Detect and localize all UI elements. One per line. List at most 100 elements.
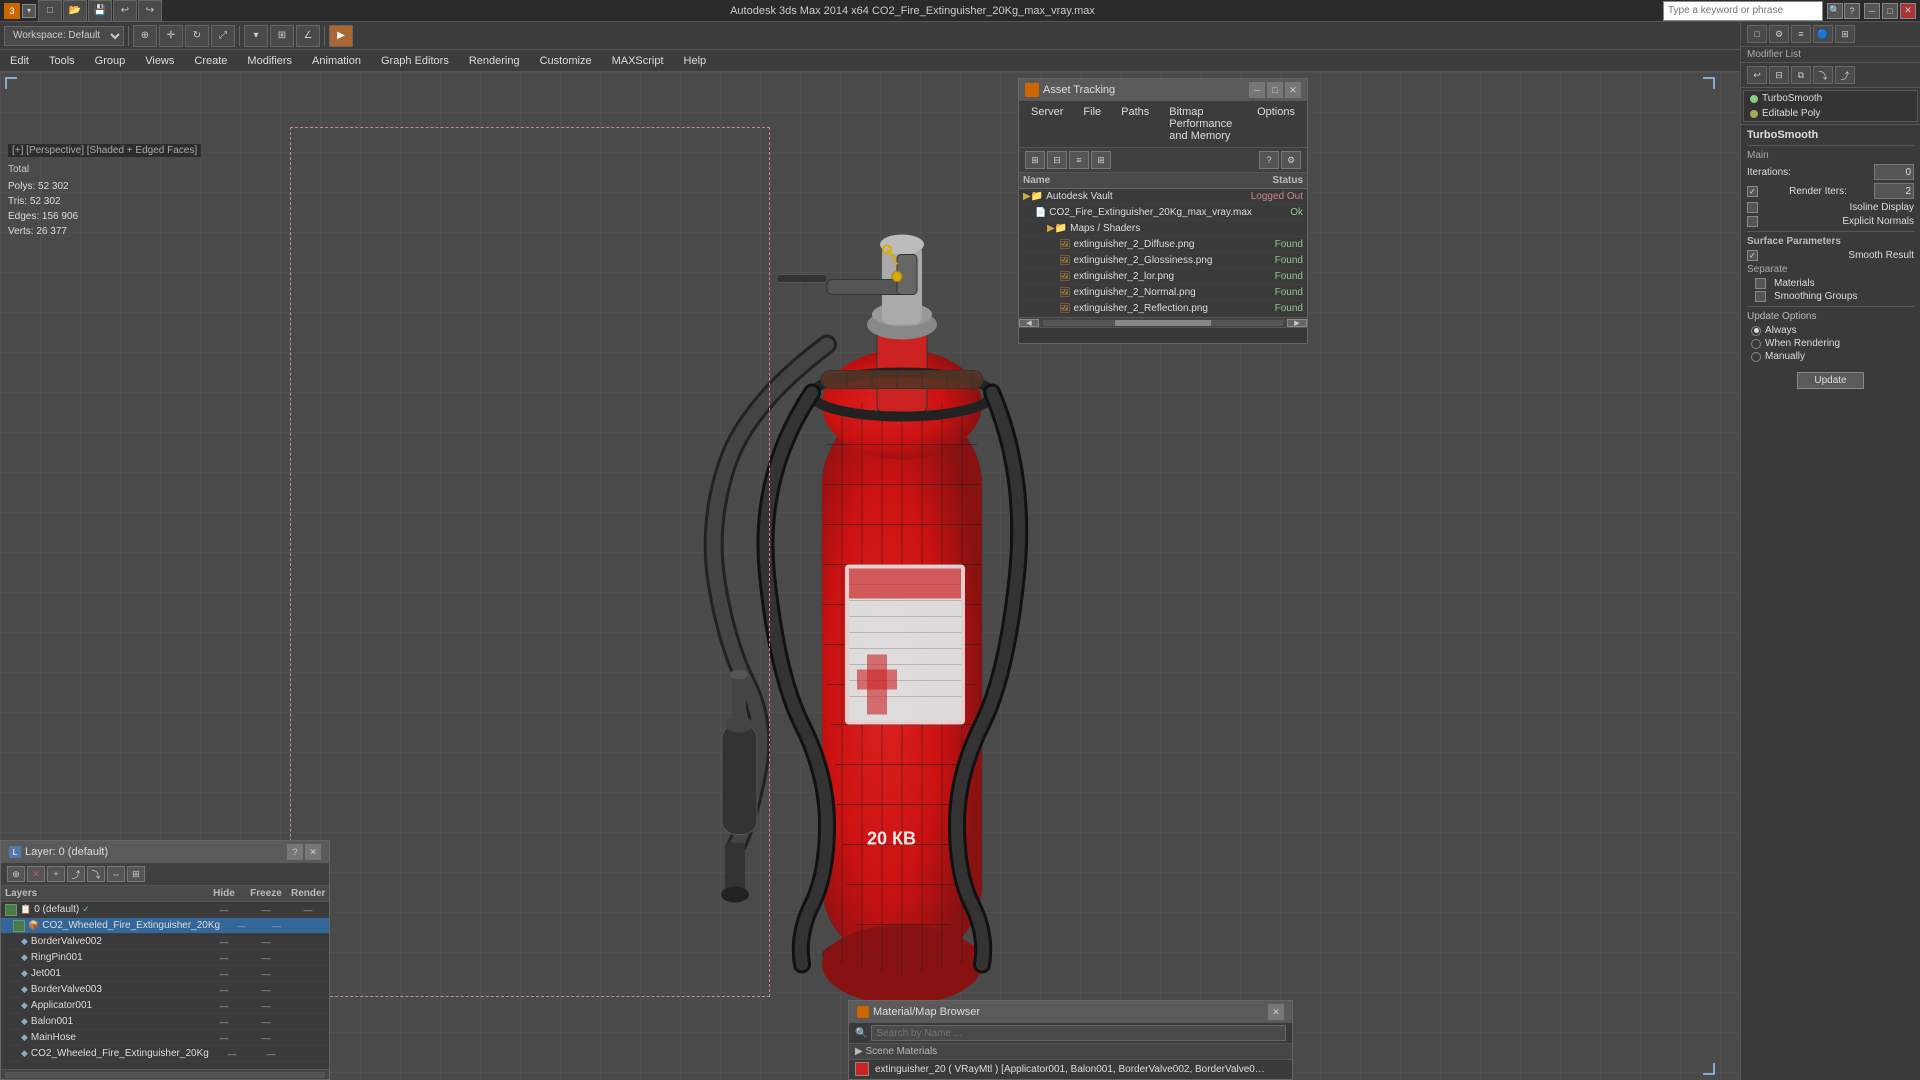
ts-explicit-check[interactable] bbox=[1747, 216, 1758, 227]
asset-close-btn[interactable]: ✕ bbox=[1285, 82, 1301, 98]
layer-row-default[interactable]: 📋 0 (default) ✓ — — — bbox=[1, 902, 329, 918]
layers-scrollbar[interactable] bbox=[1, 1069, 329, 1079]
asset-minimize-btn[interactable]: ─ bbox=[1249, 82, 1265, 98]
rp-icon-4[interactable]: 🔵 bbox=[1813, 25, 1833, 43]
undo-btn[interactable]: ↩ bbox=[113, 0, 137, 22]
menu-help[interactable]: Help bbox=[678, 53, 713, 69]
asset-row-maxfile[interactable]: 📄 CO2_Fire_Extinguisher_20Kg_max_vray.ma… bbox=[1019, 205, 1307, 221]
layer-row-balon[interactable]: ◆ Balon001 — — bbox=[1, 1014, 329, 1030]
asset-row-reflect[interactable]: 🖼 extinguisher_2_Reflection.png Found bbox=[1019, 301, 1307, 317]
layer-row-ringpin[interactable]: ◆ RingPin001 — — bbox=[1, 950, 329, 966]
menu-modifiers[interactable]: Modifiers bbox=[241, 53, 298, 69]
asset-menu-file[interactable]: File bbox=[1077, 104, 1107, 144]
layer-tool-2[interactable]: ✕ bbox=[27, 866, 45, 882]
close-btn[interactable]: ✕ bbox=[1900, 3, 1916, 19]
modifier-editable-poly[interactable]: Editable Poly bbox=[1744, 106, 1917, 121]
layer-tool-4[interactable]: ⤴ bbox=[67, 866, 85, 882]
snap-btn[interactable]: ⊞ bbox=[270, 25, 294, 47]
ts-always-radio[interactable]: Always bbox=[1751, 325, 1914, 336]
search-icon-btn[interactable]: 🔍 bbox=[1827, 3, 1843, 19]
asset-menu-paths[interactable]: Paths bbox=[1115, 104, 1155, 144]
rp-icon-3[interactable]: ≡ bbox=[1791, 25, 1811, 43]
workspace-dropdown[interactable]: Workspace: Default bbox=[4, 26, 124, 46]
ts-render-iters-input[interactable] bbox=[1874, 183, 1914, 199]
save-btn[interactable]: 💾 bbox=[88, 0, 112, 22]
ts-iterations-input[interactable] bbox=[1874, 164, 1914, 180]
ts-render-iters-check[interactable] bbox=[1747, 186, 1758, 197]
scale-btn[interactable]: ⤢ bbox=[211, 25, 235, 47]
layers-scroll-track[interactable] bbox=[5, 1072, 325, 1078]
layer-tool-7[interactable]: ⊞ bbox=[127, 866, 145, 882]
scroll-left-btn[interactable]: ◀ bbox=[1019, 319, 1039, 327]
layer-row-mainhose[interactable]: ◆ MainHose — — bbox=[1, 1030, 329, 1046]
ts-when-rendering-radio-dot[interactable] bbox=[1751, 339, 1761, 349]
ref-coord-btn[interactable]: ▾ bbox=[244, 25, 268, 47]
ts-smooth-result-check[interactable] bbox=[1747, 250, 1758, 261]
ts-smoothing-check[interactable] bbox=[1755, 291, 1766, 302]
search-input[interactable] bbox=[1663, 1, 1823, 21]
ts-always-radio-dot[interactable] bbox=[1751, 326, 1761, 336]
help-btn[interactable]: ? bbox=[1844, 3, 1860, 19]
rotate-btn[interactable]: ↻ bbox=[185, 25, 209, 47]
ts-materials-check[interactable] bbox=[1755, 278, 1766, 289]
rp-icon-1[interactable]: □ bbox=[1747, 25, 1767, 43]
rp-icon-2[interactable]: ⚙ bbox=[1769, 25, 1789, 43]
layer-tool-6[interactable]: ⇔ bbox=[107, 866, 125, 882]
material-close-btn[interactable]: ✕ bbox=[1268, 1004, 1284, 1020]
layer-row-co2[interactable]: 📦 CO2_Wheeled_Fire_Extinguisher_20Kg — — bbox=[1, 918, 329, 934]
mod-icon-1[interactable]: ↩ bbox=[1747, 66, 1767, 84]
asset-tool-2[interactable]: ⊟ bbox=[1047, 151, 1067, 169]
menu-rendering[interactable]: Rendering bbox=[463, 53, 526, 69]
menu-group[interactable]: Group bbox=[89, 53, 132, 69]
redo-btn[interactable]: ↪ bbox=[138, 0, 162, 22]
layer-row-bordervalve002[interactable]: ◆ BorderValve002 — — bbox=[1, 934, 329, 950]
scroll-right-btn[interactable]: ▶ bbox=[1287, 319, 1307, 327]
new-btn[interactable]: □ bbox=[38, 0, 62, 22]
asset-row-gloss[interactable]: 🖼 extinguisher_2_Glossiness.png Found bbox=[1019, 253, 1307, 269]
layer-row-jet001[interactable]: ◆ Jet001 — — bbox=[1, 966, 329, 982]
material-search-input[interactable] bbox=[871, 1025, 1286, 1041]
asset-row-normal[interactable]: 🖼 extinguisher_2_Normal.png Found bbox=[1019, 285, 1307, 301]
menu-maxscript[interactable]: MAXScript bbox=[606, 53, 670, 69]
move-btn[interactable]: ✛ bbox=[159, 25, 183, 47]
angle-snap-btn[interactable]: ∠ bbox=[296, 25, 320, 47]
asset-scroll-track[interactable] bbox=[1043, 320, 1283, 326]
menu-graph-editors[interactable]: Graph Editors bbox=[375, 53, 455, 69]
asset-row-vault[interactable]: ▶📁 Autodesk Vault Logged Out bbox=[1019, 189, 1307, 205]
open-btn[interactable]: 📂 bbox=[63, 0, 87, 22]
ts-update-btn[interactable]: Update bbox=[1797, 372, 1863, 389]
asset-tool-4[interactable]: ⊞ bbox=[1091, 151, 1111, 169]
mod-icon-2[interactable]: ⊟ bbox=[1769, 66, 1789, 84]
asset-scrollbar[interactable]: ◀ ▶ bbox=[1019, 317, 1307, 327]
asset-row-maps[interactable]: ▶📁 Maps / Shaders bbox=[1019, 221, 1307, 237]
layer-row-bordervalve003[interactable]: ◆ BorderValve003 — — bbox=[1, 982, 329, 998]
select-btn[interactable]: ⊕ bbox=[133, 25, 157, 47]
layers-x-btn[interactable]: ✕ bbox=[305, 844, 321, 860]
asset-tool-1[interactable]: ⊞ bbox=[1025, 151, 1045, 169]
asset-menu-bitmap[interactable]: Bitmap Performance and Memory bbox=[1163, 104, 1243, 144]
asset-menu-server[interactable]: Server bbox=[1025, 104, 1069, 144]
asset-row-lor[interactable]: 🖼 extinguisher_2_lor.png Found bbox=[1019, 269, 1307, 285]
ts-isoline-check[interactable] bbox=[1747, 202, 1758, 213]
menu-animation[interactable]: Animation bbox=[306, 53, 367, 69]
asset-tool-settings[interactable]: ⚙ bbox=[1281, 151, 1301, 169]
layer-tool-1[interactable]: ⊕ bbox=[7, 866, 25, 882]
ts-manually-radio[interactable]: Manually bbox=[1751, 351, 1914, 362]
modifier-turbosmooth[interactable]: TurboSmooth bbox=[1744, 91, 1917, 106]
menu-tools[interactable]: Tools bbox=[43, 53, 81, 69]
menu-customize[interactable]: Customize bbox=[534, 53, 598, 69]
mod-icon-4[interactable]: ⤵ bbox=[1813, 66, 1833, 84]
maximize-btn[interactable]: □ bbox=[1882, 3, 1898, 19]
mod-icon-3[interactable]: ⧉ bbox=[1791, 66, 1811, 84]
ts-when-rendering-radio[interactable]: When Rendering bbox=[1751, 338, 1914, 349]
asset-tool-help[interactable]: ? bbox=[1259, 151, 1279, 169]
rp-icon-5[interactable]: ⊞ bbox=[1835, 25, 1855, 43]
render-btn[interactable]: ▶ bbox=[329, 25, 353, 47]
menu-edit[interactable]: Edit bbox=[4, 53, 35, 69]
quick-access-btn[interactable]: ▾ bbox=[22, 4, 36, 18]
layer-tool-5[interactable]: ⤵ bbox=[87, 866, 105, 882]
material-item-extinguisher[interactable]: extinguisher_20 ( VRayMtl ) [Applicator0… bbox=[849, 1060, 1292, 1078]
layers-close-btn[interactable]: ? bbox=[287, 844, 303, 860]
mod-icon-5[interactable]: ⤴ bbox=[1835, 66, 1855, 84]
menu-create[interactable]: Create bbox=[188, 53, 233, 69]
